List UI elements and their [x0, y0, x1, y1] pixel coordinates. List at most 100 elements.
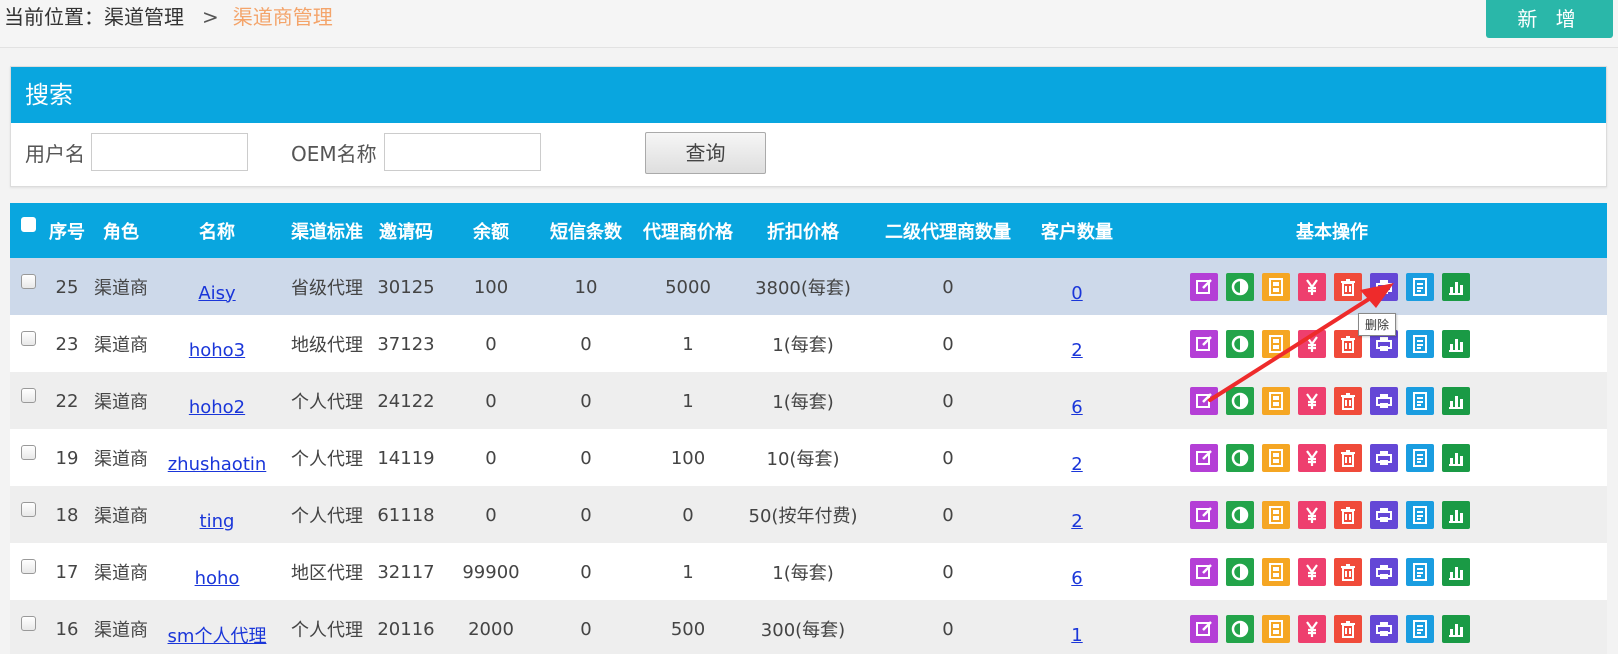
cell-clients[interactable]: 2	[1030, 315, 1124, 373]
edit-icon[interactable]	[1190, 558, 1218, 586]
document-icon[interactable]	[1406, 558, 1434, 586]
print-icon[interactable]	[1370, 558, 1398, 586]
yen-icon[interactable]	[1298, 444, 1326, 472]
yen-icon[interactable]	[1298, 273, 1326, 301]
row-checkbox-cell[interactable]	[18, 309, 38, 367]
row-checkbox-cell[interactable]	[18, 423, 38, 481]
toggle-icon[interactable]	[1226, 387, 1254, 415]
select-all-checkbox[interactable]	[20, 217, 36, 232]
film-icon[interactable]	[1262, 387, 1290, 415]
trash-icon[interactable]	[1334, 387, 1362, 415]
row-checkbox[interactable]	[20, 330, 36, 346]
film-icon[interactable]	[1262, 615, 1290, 643]
name-link[interactable]: hoho2	[189, 397, 245, 418]
row-checkbox[interactable]	[20, 558, 36, 574]
cell-name[interactable]: hoho	[163, 543, 271, 601]
clients-link[interactable]: 2	[1071, 511, 1082, 532]
edit-icon[interactable]	[1190, 387, 1218, 415]
toggle-icon[interactable]	[1226, 558, 1254, 586]
toggle-icon[interactable]	[1226, 444, 1254, 472]
edit-icon[interactable]	[1190, 273, 1218, 301]
film-icon[interactable]	[1262, 273, 1290, 301]
name-link[interactable]: zhushaotin	[168, 454, 267, 475]
edit-icon[interactable]	[1190, 444, 1218, 472]
query-button[interactable]: 查询	[645, 132, 766, 174]
row-checkbox-cell[interactable]	[18, 537, 38, 595]
document-icon[interactable]	[1406, 615, 1434, 643]
clients-link[interactable]: 1	[1071, 625, 1082, 646]
toggle-icon[interactable]	[1226, 273, 1254, 301]
row-checkbox[interactable]	[20, 501, 36, 517]
chart-icon[interactable]	[1442, 273, 1470, 301]
toggle-icon[interactable]	[1226, 615, 1254, 643]
yen-icon[interactable]	[1298, 330, 1326, 358]
chart-icon[interactable]	[1442, 444, 1470, 472]
cell-name[interactable]: hoho2	[163, 372, 271, 430]
edit-icon[interactable]	[1190, 330, 1218, 358]
clients-link[interactable]: 2	[1071, 340, 1082, 361]
film-icon[interactable]	[1262, 501, 1290, 529]
film-icon[interactable]	[1262, 330, 1290, 358]
chart-icon[interactable]	[1442, 558, 1470, 586]
clients-link[interactable]: 2	[1071, 454, 1082, 475]
toggle-icon[interactable]	[1226, 330, 1254, 358]
cell-clients[interactable]: 0	[1030, 258, 1124, 316]
cell-clients[interactable]: 6	[1030, 372, 1124, 430]
name-link[interactable]: sm个人代理	[168, 622, 267, 648]
clients-link[interactable]: 6	[1071, 397, 1082, 418]
name-link[interactable]: hoho3	[189, 340, 245, 361]
row-checkbox-cell[interactable]	[18, 252, 38, 310]
clients-link[interactable]: 0	[1071, 283, 1082, 304]
film-icon[interactable]	[1262, 444, 1290, 472]
cell-name[interactable]: hoho3	[163, 315, 271, 373]
name-link[interactable]: ting	[200, 511, 235, 532]
document-icon[interactable]	[1406, 273, 1434, 301]
trash-icon[interactable]	[1334, 558, 1362, 586]
yen-icon[interactable]	[1298, 558, 1326, 586]
row-checkbox-cell[interactable]	[18, 594, 38, 652]
name-link[interactable]: Aisy	[198, 283, 235, 304]
row-checkbox[interactable]	[20, 273, 36, 289]
add-button[interactable]: 新 增	[1486, 0, 1613, 38]
oem-name-input[interactable]	[384, 133, 541, 171]
username-input[interactable]	[91, 133, 248, 171]
yen-icon[interactable]	[1298, 387, 1326, 415]
cell-name[interactable]: ting	[163, 486, 271, 544]
row-checkbox[interactable]	[20, 444, 36, 460]
cell-clients[interactable]: 6	[1030, 543, 1124, 601]
document-icon[interactable]	[1406, 501, 1434, 529]
row-checkbox[interactable]	[20, 387, 36, 403]
document-icon[interactable]	[1406, 387, 1434, 415]
film-icon[interactable]	[1262, 558, 1290, 586]
cell-name[interactable]: Aisy	[163, 258, 271, 316]
row-checkbox-cell[interactable]	[18, 480, 38, 538]
row-checkbox-cell[interactable]	[18, 366, 38, 424]
edit-icon[interactable]	[1190, 615, 1218, 643]
yen-icon[interactable]	[1298, 615, 1326, 643]
print-icon[interactable]	[1370, 615, 1398, 643]
trash-icon[interactable]	[1334, 444, 1362, 472]
cell-clients[interactable]: 2	[1030, 486, 1124, 544]
trash-icon[interactable]	[1334, 615, 1362, 643]
chart-icon[interactable]	[1442, 501, 1470, 529]
print-icon[interactable]	[1370, 387, 1398, 415]
document-icon[interactable]	[1406, 444, 1434, 472]
chart-icon[interactable]	[1442, 387, 1470, 415]
cell-clients[interactable]: 2	[1030, 429, 1124, 487]
print-icon[interactable]	[1370, 444, 1398, 472]
cell-clients[interactable]: 1	[1030, 600, 1124, 654]
edit-icon[interactable]	[1190, 501, 1218, 529]
clients-link[interactable]: 6	[1071, 568, 1082, 589]
toggle-icon[interactable]	[1226, 501, 1254, 529]
document-icon[interactable]	[1406, 330, 1434, 358]
name-link[interactable]: hoho	[195, 568, 240, 589]
trash-icon[interactable]	[1334, 273, 1362, 301]
select-all-checkbox-cell[interactable]	[18, 203, 38, 252]
cell-name[interactable]: zhushaotin	[163, 429, 271, 487]
print-icon[interactable]	[1370, 501, 1398, 529]
row-checkbox[interactable]	[20, 615, 36, 631]
trash-icon[interactable]	[1334, 501, 1362, 529]
chart-icon[interactable]	[1442, 330, 1470, 358]
print-icon[interactable]	[1370, 273, 1398, 301]
chart-icon[interactable]	[1442, 615, 1470, 643]
